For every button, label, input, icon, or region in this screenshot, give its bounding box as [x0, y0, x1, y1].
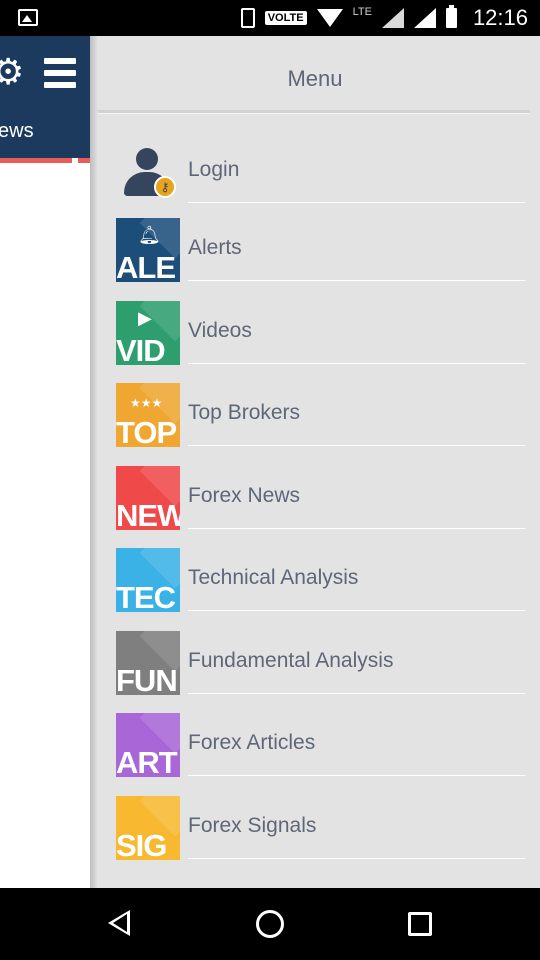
vibrate-icon — [240, 8, 255, 28]
image-notification-icon — [18, 9, 38, 26]
tab-indicator — [0, 158, 90, 163]
menu-item-divider — [188, 445, 525, 446]
menu-item-label: Fundamental Analysis — [188, 649, 394, 672]
battery-icon — [445, 5, 457, 28]
forex-news-thumbnail: NEW — [116, 466, 180, 530]
menu-item-label: Videos — [188, 319, 252, 342]
menu-item-divider — [188, 202, 525, 203]
signal-icon — [381, 8, 404, 28]
status-bar: VOLTE LTE 12:16 — [0, 0, 540, 36]
volte-badge: VOLTE — [264, 11, 307, 25]
menu-item-label: Alerts — [188, 236, 242, 259]
user-key-icon: ⚷ — [116, 140, 180, 204]
navigation-drawer: Menu ⚷ Login 🔔︎ ALE Alerts ▶ VID Videos — [98, 36, 540, 888]
background-app-header: ⚙ ews — [0, 36, 90, 158]
background-app-title: ews — [0, 120, 34, 142]
menu-item-divider — [188, 280, 525, 281]
recents-icon[interactable] — [408, 912, 432, 936]
menu-item-label: Forex Articles — [188, 731, 316, 754]
menu-item-forex-news[interactable]: NEW Forex News — [116, 466, 526, 530]
menu-item-label: Technical Analysis — [188, 566, 359, 589]
videos-thumbnail: ▶ VID — [116, 301, 180, 365]
stars-icon: ★★★ — [130, 396, 163, 410]
menu-item-divider — [188, 858, 525, 859]
menu-item-login[interactable]: ⚷ Login — [116, 140, 526, 204]
menu-item-forex-articles[interactable]: ART Forex Articles — [116, 713, 526, 777]
signal-icon — [413, 8, 436, 28]
lte-label: LTE — [352, 6, 372, 18]
menu-item-divider — [188, 693, 525, 694]
system-navigation-bar — [0, 888, 540, 960]
menu-item-divider — [188, 528, 525, 529]
menu-item-alerts[interactable]: 🔔︎ ALE Alerts — [116, 218, 526, 282]
menu-item-forex-signals[interactable]: SIG Forex Signals — [116, 796, 526, 860]
menu-item-top-brokers[interactable]: ★★★ TOP Top Brokers — [116, 383, 526, 447]
back-icon[interactable] — [108, 910, 130, 936]
top-brokers-thumbnail: ★★★ TOP — [116, 383, 180, 447]
menu-item-videos[interactable]: ▶ VID Videos — [116, 301, 526, 365]
forex-articles-thumbnail: ART — [116, 713, 180, 777]
status-clock: 12:16 — [472, 5, 528, 30]
drawer-title: Menu — [287, 66, 343, 91]
bell-icon: 🔔︎ — [138, 225, 161, 245]
fundamental-analysis-thumbnail: FUN — [116, 631, 180, 695]
drawer-divider — [98, 110, 530, 114]
menu-item-technical-analysis[interactable]: TEC Technical Analysis — [116, 548, 526, 612]
menu-item-divider — [188, 363, 525, 364]
forex-signals-thumbnail: SIG — [116, 796, 180, 860]
wifi-icon — [316, 9, 343, 27]
menu-item-label: Forex News — [188, 484, 301, 507]
hamburger-menu-icon[interactable] — [44, 58, 76, 88]
play-icon: ▶ — [138, 308, 152, 328]
menu-item-divider — [188, 610, 525, 611]
menu-item-label: Login — [188, 158, 240, 181]
menu-item-label: Top Brokers — [188, 401, 301, 424]
alerts-thumbnail: 🔔︎ ALE — [116, 218, 180, 282]
home-icon[interactable] — [256, 910, 284, 938]
drawer-shadow — [90, 36, 98, 888]
menu-item-divider — [188, 775, 525, 776]
menu-item-fundamental-analysis[interactable]: FUN Fundamental Analysis — [116, 631, 526, 695]
gear-icon[interactable]: ⚙ — [0, 54, 24, 90]
menu-item-label: Forex Signals — [188, 814, 317, 837]
background-app-screen[interactable]: ⚙ ews — [0, 36, 90, 888]
technical-analysis-thumbnail: TEC — [116, 548, 180, 612]
